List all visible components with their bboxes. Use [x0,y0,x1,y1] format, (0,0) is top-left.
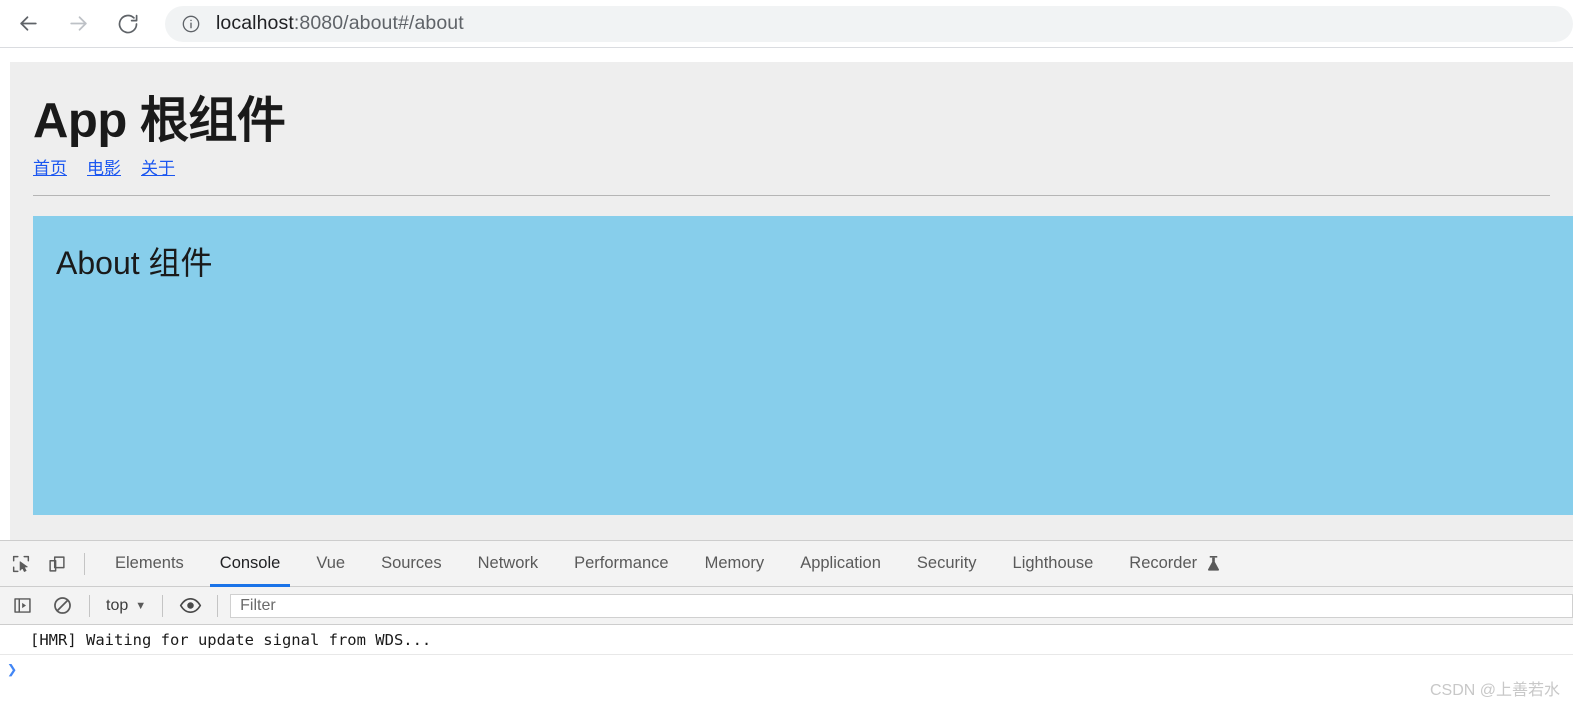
watermark: CSDN @上善若水 [1429,682,1560,699]
reload-icon [118,14,138,33]
toolbar-separator [217,594,219,617]
nav-link-movies[interactable]: 电影 [87,159,121,178]
nav-link-home[interactable]: 首页 [33,159,67,178]
horizontal-divider [33,195,1550,196]
page-title: App 根组件 [33,94,286,148]
device-toolbar-icon[interactable] [42,549,72,579]
tab-label: Network [477,554,539,572]
tab-vue[interactable]: Vue [298,541,363,587]
tab-recorder[interactable]: Recorder [1111,541,1239,587]
arrow-right-icon [69,16,87,31]
app-root: App 根组件 首页 电影 关于 About 组件 [10,62,1573,540]
arrow-left-icon [19,16,37,31]
about-component: About 组件 [33,216,1573,515]
clear-console-icon[interactable] [47,591,77,621]
page-viewport: App 根组件 首页 电影 关于 About 组件 [0,49,1573,540]
inspect-element-icon[interactable] [6,549,36,579]
router-nav: 首页 电影 关于 [33,154,175,179]
filter-placeholder: Filter [240,596,276,614]
context-selector[interactable]: top ▼ [102,597,150,615]
url-host: localhost [216,12,294,34]
tab-security[interactable]: Security [899,541,995,587]
toolbar-separator [84,552,85,575]
tab-memory[interactable]: Memory [687,541,783,587]
tab-label: Console [219,554,281,572]
tab-label: Performance [574,554,669,572]
tab-label: Application [800,554,881,572]
nav-link-about[interactable]: 关于 [141,159,175,178]
tab-console[interactable]: Console [202,541,299,587]
tab-label: Lighthouse [1012,554,1094,572]
context-selector-value: top [106,596,129,614]
tab-label: Elements [115,554,184,572]
url-path: :8080/about#/about [293,12,464,34]
console-message-row[interactable]: [HMR] Waiting for update signal from WDS… [0,625,1573,655]
tab-label: Recorder [1129,554,1198,572]
tab-application[interactable]: Application [782,541,899,587]
tab-label: Sources [381,554,442,572]
tab-label: Security [916,554,977,572]
address-bar[interactable]: localhost:8080/about#/about [165,5,1573,42]
tab-performance[interactable]: Performance [556,541,686,587]
forward-button[interactable] [58,4,98,44]
console-prompt[interactable]: ❯ [0,655,1573,685]
chevron-down-icon: ▼ [135,599,147,612]
toolbar-separator [162,594,164,617]
devtools-panel: Elements Console Vue Sources Network Per… [0,540,1573,708]
console-message-list: [HMR] Waiting for update signal from WDS… [0,625,1573,708]
info-circle-icon[interactable] [181,14,201,34]
console-toolbar: top ▼ Filter [0,587,1573,625]
back-button[interactable] [8,4,48,44]
tab-network[interactable]: Network [460,541,557,587]
tab-label: Memory [704,554,765,572]
url-text: localhost:8080/about#/about [216,12,464,35]
show-console-sidebar-icon[interactable] [7,591,37,621]
devtools-tabbar: Elements Console Vue Sources Network Per… [0,541,1573,587]
browser-toolbar: localhost:8080/about#/about [0,0,1573,48]
prompt-caret-icon: ❯ [7,660,18,680]
flask-icon [1206,555,1221,572]
reload-button[interactable] [108,4,148,44]
tab-label: Vue [316,554,346,572]
filter-input[interactable]: Filter [230,593,1573,618]
console-message-text: [HMR] Waiting for update signal from WDS… [30,630,432,649]
tab-lighthouse[interactable]: Lighthouse [995,541,1112,587]
tab-elements[interactable]: Elements [97,541,202,587]
tab-sources[interactable]: Sources [363,541,460,587]
about-component-title: About 组件 [56,245,213,281]
live-expression-eye-icon[interactable] [175,591,205,621]
toolbar-separator [89,594,90,617]
